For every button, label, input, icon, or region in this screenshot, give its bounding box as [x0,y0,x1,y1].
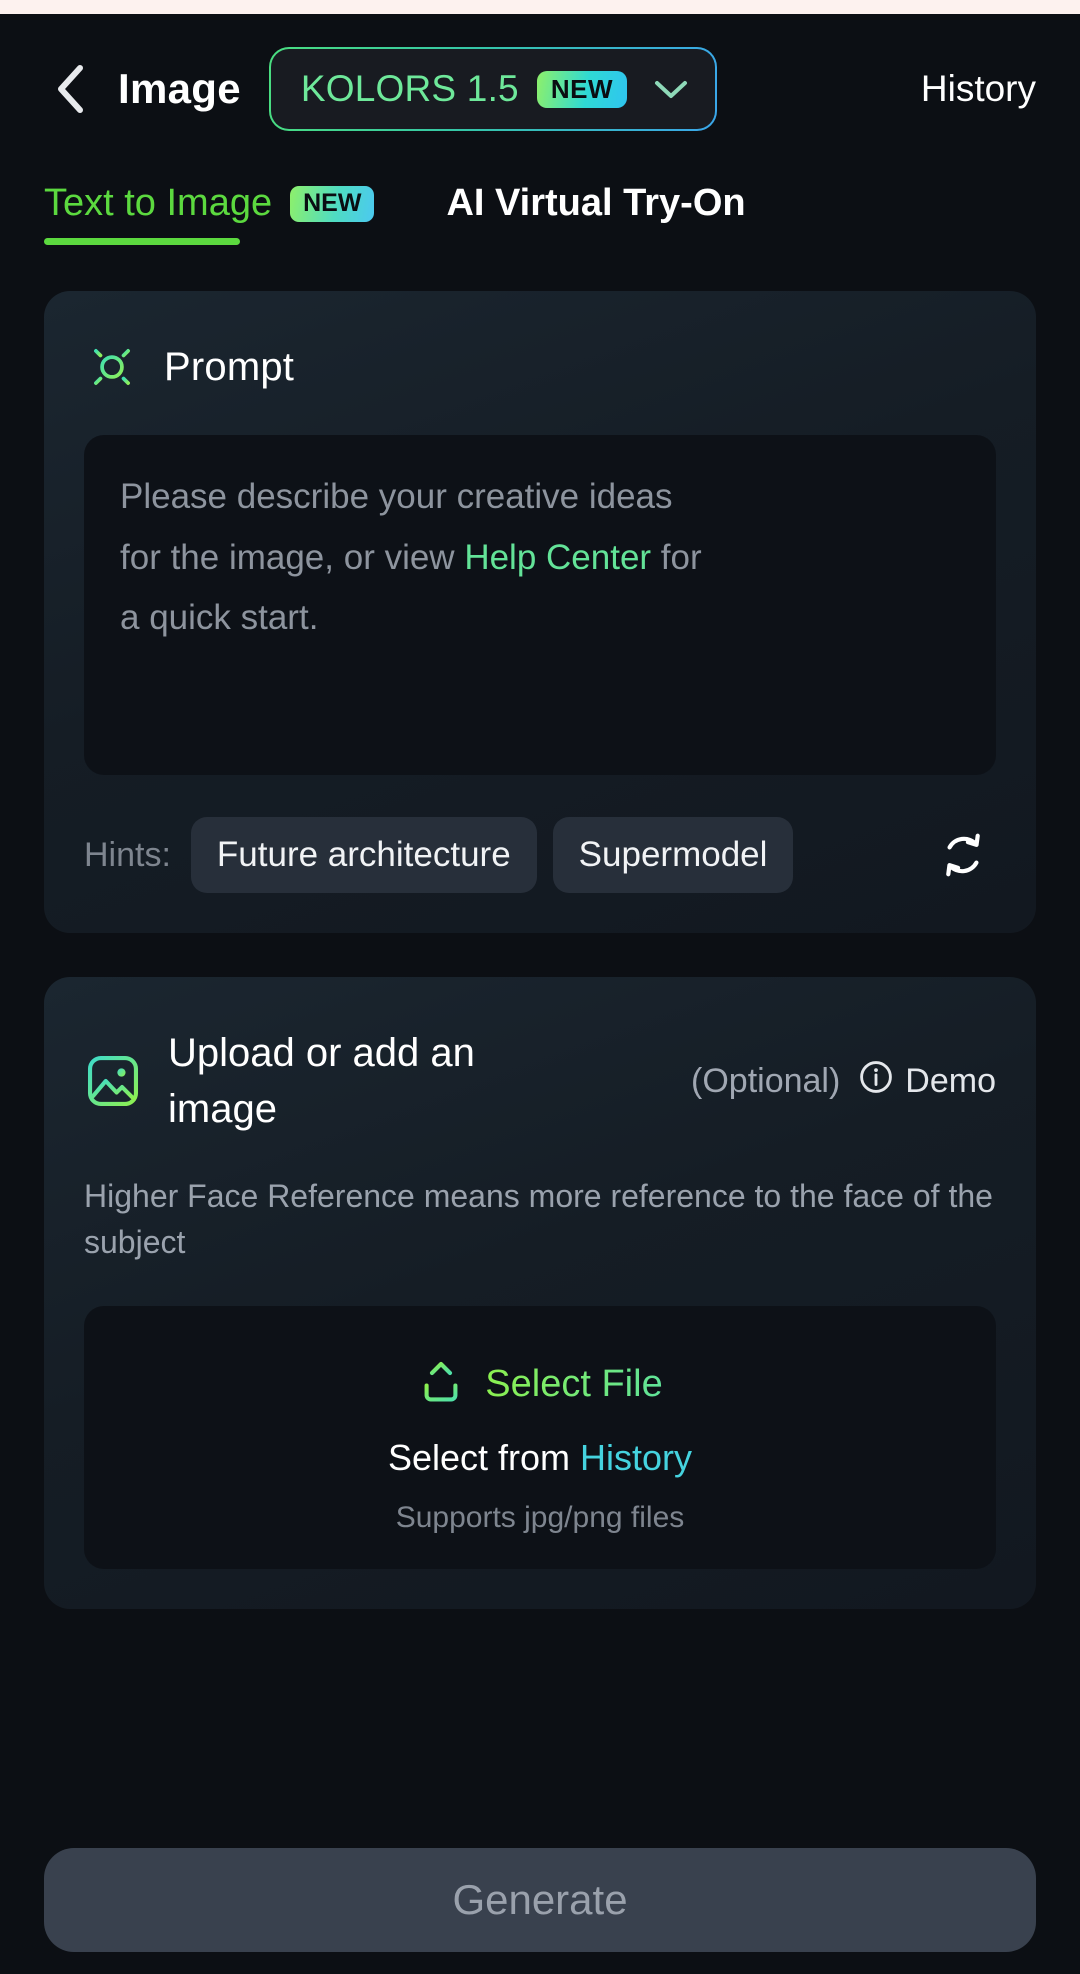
select-from-row: Select from History [84,1437,996,1479]
help-center-link[interactable]: Help Center [464,538,651,577]
page-title: Image [118,65,241,112]
select-from-label: Select from [387,1436,571,1478]
active-tab-indicator [44,238,240,245]
app-header: Image KOLORS 1.5 NEW History [0,14,1080,164]
tab-bar: Text to Image NEW AI Virtual Try-On [0,182,1080,245]
supports-files-label: Supports jpg/png files [395,1500,685,1534]
upload-card-title: Upload or add an image [168,1031,475,1131]
prompt-card-header: Prompt [84,339,996,395]
upload-card-header: Upload or add an image (Optional) Demo [84,1025,996,1137]
file-dropzone[interactable]: Select File Select from History Supports … [84,1305,996,1569]
generate-bar: Generate [0,1848,1080,1974]
history-link[interactable]: History [580,1437,692,1478]
tab-ai-virtual-try-on[interactable]: AI Virtual Try-On [446,182,745,245]
upload-card-meta: (Optional) Demo [691,1059,996,1104]
tab-text-to-image-label: Text to Image [44,182,273,224]
hints-label: Hints: [84,835,171,874]
demo-label: Demo [905,1061,996,1100]
prompt-textarea[interactable]: Please describe your creative ideas for … [84,435,996,775]
hint-chip-2[interactable]: Supermodel [552,817,794,893]
tab-ai-virtual-try-on-label: AI Virtual Try-On [446,182,746,224]
status-bar-strip [0,0,1080,14]
select-file-button[interactable]: Select File [84,1358,996,1411]
sun-brightness-icon [84,339,140,395]
optional-label: (Optional) [691,1061,841,1100]
tab-text-to-image-badge: NEW [290,185,375,222]
back-chevron-icon[interactable] [44,63,96,115]
hints-row: Hints: Future architecture Supermodel [84,817,996,893]
chevron-down-icon[interactable] [651,77,691,101]
tab-text-to-image[interactable]: Text to Image NEW [44,182,375,245]
upload-description: Higher Face Reference means more referen… [84,1178,993,1261]
upload-card: Upload or add an image (Optional) Demo H… [44,977,1036,1609]
image-picture-icon [84,1052,142,1110]
generate-button[interactable]: Generate [44,1848,1036,1952]
prompt-card: Prompt Please describe your creative ide… [44,291,1036,933]
info-circle-icon [858,1059,894,1104]
model-selector[interactable]: KOLORS 1.5 NEW [269,47,717,131]
app-root: Image KOLORS 1.5 NEW History Text to Ima… [0,0,1080,1974]
select-file-label: Select File [485,1362,663,1405]
model-new-badge: NEW [536,70,627,108]
prompt-placeholder-text: Please describe your creative ideas for … [120,467,720,649]
demo-button[interactable]: Demo [858,1059,996,1104]
model-name-label: KOLORS 1.5 [300,68,519,109]
upload-arrow-icon [417,1358,465,1411]
refresh-hints-icon[interactable] [930,822,996,888]
prompt-card-title: Prompt [164,344,295,389]
hint-chip-1[interactable]: Future architecture [190,817,537,893]
history-button[interactable]: History [921,68,1036,110]
